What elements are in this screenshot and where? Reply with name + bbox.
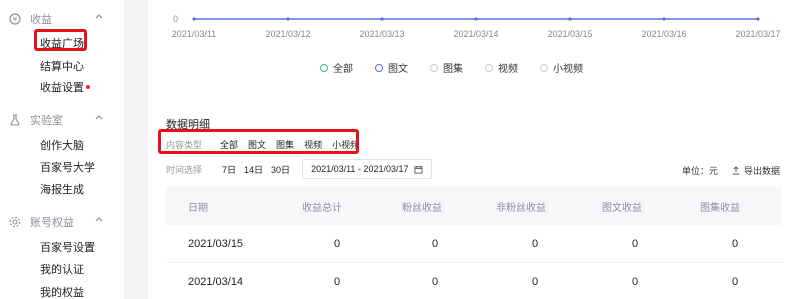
cell-nonfan-income: 0 bbox=[532, 237, 539, 250]
data-point[interactable] bbox=[380, 17, 384, 21]
data-table: 日期 收益总计 粉丝收益 非粉丝收益 图文收益 图集收益 2021/03/15 … bbox=[166, 187, 782, 299]
legend-item-text[interactable]: 图文 bbox=[375, 60, 408, 75]
x-tick-label: 2021/03/11 bbox=[172, 29, 216, 39]
cell-text-income: 0 bbox=[632, 237, 639, 250]
highlight-box-sidebar bbox=[34, 29, 87, 51]
cell-fan-income: 0 bbox=[432, 237, 439, 250]
sidebar-item-baijiahao-university[interactable]: 百家号大学 bbox=[40, 159, 95, 175]
legend-marker bbox=[485, 63, 493, 72]
y-tick-label: 0 bbox=[173, 14, 178, 24]
data-point[interactable] bbox=[662, 17, 666, 21]
sidebar-group-label: 账号权益 bbox=[30, 217, 74, 229]
legend-marker bbox=[320, 63, 328, 72]
main-panel: 0 2021/03/11 2021/03/12 2021/03/13 2021/03/1… bbox=[148, 0, 800, 299]
sidebar-item-poster-generator[interactable]: 海报生成 bbox=[40, 181, 84, 197]
legend-label: 图文 bbox=[388, 64, 408, 75]
header-fan-income: 粉丝收益 bbox=[402, 202, 442, 214]
x-tick-label: 2021/03/16 bbox=[641, 29, 686, 39]
unit-export-area: 单位：元 导出数据 bbox=[682, 164, 780, 177]
legend-item-gallery[interactable]: 图集 bbox=[430, 60, 463, 75]
header-gallery-income: 图集收益 bbox=[700, 202, 740, 214]
cell-gallery-income: 0 bbox=[732, 237, 739, 250]
sidebar-item-label: 收益设置 bbox=[40, 82, 84, 94]
data-point[interactable] bbox=[756, 17, 760, 21]
chart-legend: 全部 图文 图集 视频 小视频 bbox=[320, 60, 583, 75]
flask-icon bbox=[8, 113, 22, 127]
time-option-7d[interactable]: 7日 bbox=[222, 163, 236, 176]
export-button[interactable]: 导出数据 bbox=[732, 164, 780, 177]
header-total-income: 收益总计 bbox=[302, 202, 342, 214]
cell-fan-income: 0 bbox=[432, 275, 439, 288]
legend-label: 全部 bbox=[333, 64, 353, 75]
legend-item-all[interactable]: 全部 bbox=[320, 60, 353, 75]
chevron-up-icon[interactable] bbox=[94, 11, 104, 21]
legend-label: 视频 bbox=[498, 64, 518, 75]
coin-icon: ¥ bbox=[8, 12, 22, 26]
table-header: 日期 收益总计 粉丝收益 非粉丝收益 图文收益 图集收益 bbox=[166, 187, 782, 225]
header-date: 日期 bbox=[188, 202, 208, 214]
x-tick-label: 2021/03/17 bbox=[735, 29, 780, 39]
time-filter: 时间选择 7日 14日 30日 2021/03/11 - 2021/03/17 bbox=[166, 159, 433, 179]
legend-marker bbox=[430, 63, 438, 72]
sidebar-item-creative-brain[interactable]: 创作大脑 bbox=[40, 137, 84, 153]
legend-marker bbox=[375, 63, 383, 72]
date-range-picker[interactable]: 2021/03/11 - 2021/03/17 bbox=[302, 159, 433, 179]
x-tick-label: 2021/03/13 bbox=[359, 29, 404, 39]
legend-item-video[interactable]: 视频 bbox=[485, 60, 518, 75]
sidebar-item-settlement[interactable]: 结算中心 bbox=[40, 58, 84, 74]
legend-marker bbox=[540, 63, 548, 72]
cell-text-income: 0 bbox=[632, 275, 639, 288]
line-chart-svg: 0 2021/03/11 2021/03/12 2021/03/13 2021/03/1… bbox=[172, 14, 781, 39]
x-tick-label: 2021/03/12 bbox=[265, 29, 310, 39]
sidebar-item-my-rights[interactable]: 我的权益 bbox=[40, 284, 84, 299]
upload-icon bbox=[732, 166, 740, 175]
sidebar-group-lab[interactable]: 实验室 bbox=[8, 112, 103, 128]
sidebar-group-label: 收益 bbox=[30, 14, 52, 26]
svg-text:¥: ¥ bbox=[13, 16, 18, 24]
header-text-income: 图文收益 bbox=[602, 202, 642, 214]
data-point[interactable] bbox=[568, 17, 572, 21]
sidebar-group-label: 实验室 bbox=[30, 115, 63, 127]
legend-label: 小视频 bbox=[553, 64, 583, 75]
cell-nonfan-income: 0 bbox=[532, 275, 539, 288]
x-tick-label: 2021/03/15 bbox=[547, 29, 592, 39]
sidebar-group-income[interactable]: ¥ 收益 bbox=[8, 11, 103, 27]
sidebar-item-my-certification[interactable]: 我的认证 bbox=[40, 261, 84, 277]
x-tick-label: 2021/03/14 bbox=[453, 29, 498, 39]
time-label: 时间选择 bbox=[166, 164, 203, 175]
date-range-value: 2021/03/11 - 2021/03/17 bbox=[311, 164, 409, 174]
sidebar-item-account-settings[interactable]: 百家号设置 bbox=[40, 239, 95, 255]
cell-date: 2021/03/15 bbox=[188, 237, 244, 250]
sidebar-item-income-settings[interactable]: 收益设置 bbox=[40, 79, 90, 95]
cell-total-income: 0 bbox=[334, 237, 341, 250]
sidebar-group-account-rights[interactable]: 账号权益 bbox=[8, 214, 103, 230]
data-point[interactable] bbox=[192, 17, 196, 21]
line-chart: 0 2021/03/11 2021/03/12 2021/03/13 2021/03/1… bbox=[148, 0, 800, 45]
notification-dot bbox=[86, 85, 90, 89]
export-label: 导出数据 bbox=[743, 166, 780, 176]
cell-total-income: 0 bbox=[334, 275, 341, 288]
cell-gallery-income: 0 bbox=[732, 275, 739, 288]
gear-icon bbox=[8, 215, 22, 229]
legend-item-short-video[interactable]: 小视频 bbox=[540, 60, 583, 75]
data-point[interactable] bbox=[286, 17, 290, 21]
table-row: 2021/03/15 0 0 0 0 0 bbox=[166, 225, 782, 263]
time-option-30d[interactable]: 30日 bbox=[271, 163, 290, 176]
header-nonfan-income: 非粉丝收益 bbox=[496, 202, 546, 214]
sidebar: ¥ 收益 收益广场 结算中心 收益设置 实验室 创作大脑 百家号大学 海报生成 … bbox=[0, 0, 124, 299]
chevron-up-icon[interactable] bbox=[94, 214, 104, 224]
highlight-box-filter bbox=[158, 129, 359, 154]
time-option-14d[interactable]: 14日 bbox=[244, 163, 263, 176]
legend-label: 图集 bbox=[443, 64, 463, 75]
table-row: 2021/03/14 0 0 0 0 0 bbox=[166, 263, 782, 299]
data-point[interactable] bbox=[474, 17, 478, 21]
unit-label: 单位：元 bbox=[681, 166, 718, 176]
cell-date: 2021/03/14 bbox=[188, 275, 244, 288]
calendar-icon bbox=[414, 165, 424, 174]
chevron-up-icon[interactable] bbox=[94, 112, 104, 122]
